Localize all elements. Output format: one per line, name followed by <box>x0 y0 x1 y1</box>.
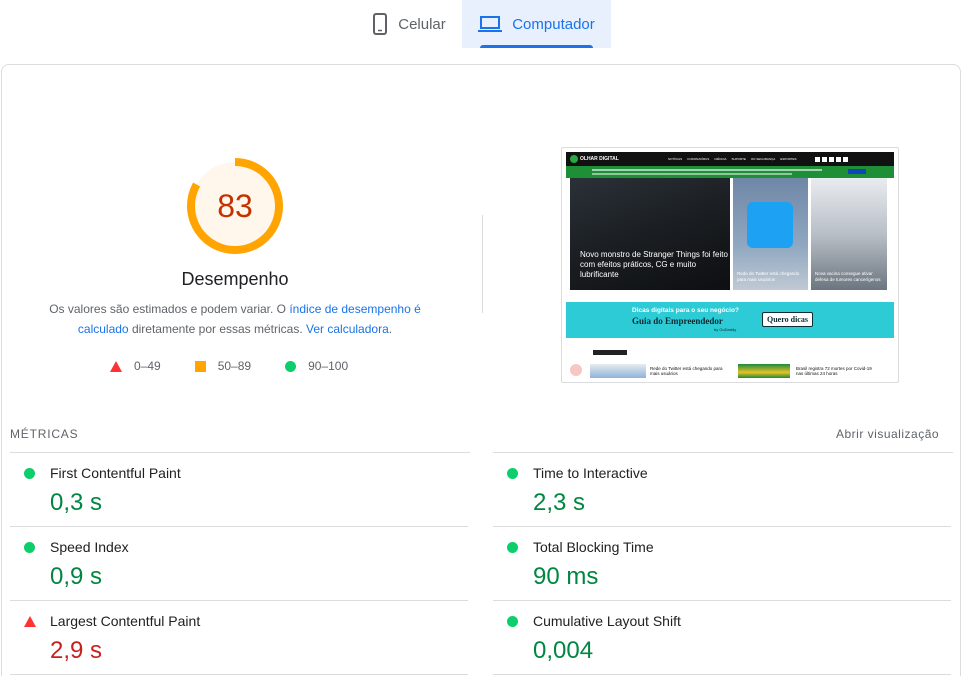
social-icon <box>835 156 841 162</box>
metric-label: Speed Index <box>50 539 129 555</box>
pass-circle-icon <box>507 468 518 479</box>
tab-mobile-label: Celular <box>398 15 446 33</box>
metric-tbt: Total Blocking Time 90 ms <box>493 527 951 601</box>
pass-circle-icon <box>24 468 35 479</box>
performance-description: Os valores são estimados e podem variar.… <box>42 299 428 339</box>
device-tabs: Celular Computador <box>0 0 966 48</box>
site-logo-text: OLHAR DIGITAL <box>580 155 619 162</box>
legend-range-fail: 0–49 <box>134 359 161 373</box>
calculator-link[interactable]: Ver calculadora <box>306 322 389 336</box>
tab-active-indicator <box>480 45 593 48</box>
social-icon <box>842 156 848 162</box>
hero-article: Novo monstro de Stranger Things foi feit… <box>570 178 730 290</box>
ad-brand: by GoDaddy <box>714 327 737 332</box>
banner-button <box>848 169 866 174</box>
site-menu-item: NOTÍCIAS <box>668 157 683 161</box>
laptop-icon <box>478 15 503 33</box>
site-menu-item: CIÊNCIA <box>714 157 727 161</box>
site-menu-item: SUPORTE <box>731 157 746 161</box>
legend-item-average: 50–89 <box>194 359 252 373</box>
pass-circle-icon <box>507 542 518 553</box>
circle-icon <box>285 360 297 372</box>
site-menu-item: ESPORTES <box>780 157 797 161</box>
performance-title: Desempenho <box>181 269 289 289</box>
news-headline: Brasil registra 72 mortes por Covid-19 n… <box>796 366 872 376</box>
pass-circle-icon <box>24 542 35 553</box>
legend-range-average: 50–89 <box>217 359 252 373</box>
site-nav-bar: OLHAR DIGITAL NOTÍCIAS CORONAVÍRUS CIÊNC… <box>566 152 894 166</box>
tab-desktop[interactable]: Computador <box>462 0 611 48</box>
triangle-icon <box>110 360 122 372</box>
square-icon <box>194 360 206 372</box>
social-icon <box>821 156 827 162</box>
social-icon <box>828 156 834 162</box>
metric-label: Largest Contentful Paint <box>50 613 201 629</box>
alert-icon <box>570 364 582 376</box>
legend-item-pass: 90–100 <box>285 359 348 373</box>
site-cookie-banner <box>566 166 894 178</box>
ad-banner: Dicas digitais para o seu negócio? Guia … <box>566 302 894 338</box>
social-icon <box>814 156 820 162</box>
ad-subtitle: Dicas digitais para o seu negócio? <box>632 307 739 314</box>
social-icons <box>814 156 848 162</box>
smartphone-icon <box>372 13 388 35</box>
pass-circle-icon <box>507 616 518 627</box>
metric-value: 2,9 s <box>50 637 103 664</box>
metric-value: 90 ms <box>533 563 599 590</box>
screenshot-content: OLHAR DIGITAL NOTÍCIAS CORONAVÍRUS CIÊNC… <box>566 152 894 378</box>
description-text-1: Os valores são estimados e podem variar.… <box>49 302 286 316</box>
site-menu-item: OD SEGURANÇA <box>750 157 776 161</box>
news-thumbnail <box>590 364 646 378</box>
metrics-heading: MÉTRICAS <box>10 427 79 441</box>
vertical-divider <box>482 215 483 313</box>
page-screenshot[interactable]: OLHAR DIGITAL NOTÍCIAS CORONAVÍRUS CIÊNC… <box>561 147 899 383</box>
legend-item-fail: 0–49 <box>110 359 161 373</box>
metric-lcp: Largest Contentful Paint 2,9 s <box>10 601 468 675</box>
ad-button: Quero dicas <box>762 312 813 327</box>
fail-triangle-icon <box>24 616 36 627</box>
score-legend: 0–49 50–89 90–100 <box>110 359 382 373</box>
news-strip: Rede do Twitter está chegando para mais … <box>566 348 894 378</box>
site-menu-item: CORONAVÍRUS <box>687 157 710 161</box>
metric-value: 2,3 s <box>533 489 586 516</box>
legend-range-pass: 90–100 <box>308 359 349 373</box>
metric-label: Total Blocking Time <box>533 539 654 555</box>
banner-text-line <box>592 169 822 171</box>
metric-cls: Cumulative Layout Shift 0,004 <box>493 601 951 675</box>
metric-speed-index: Speed Index 0,9 s <box>10 527 468 601</box>
news-headline: Rede do Twitter está chegando para mais … <box>650 366 723 376</box>
article-card-twitter: Rede do Twitter está chegando para mais … <box>733 178 808 290</box>
performance-score: 83 <box>217 187 253 224</box>
expand-view-button[interactable]: Abrir visualização <box>836 427 939 441</box>
banner-text-line <box>592 173 792 175</box>
description-end: . <box>388 322 393 336</box>
site-menu: NOTÍCIAS CORONAVÍRUS CIÊNCIA SUPORTE OD … <box>668 157 797 161</box>
metric-label: Cumulative Layout Shift <box>533 613 681 629</box>
ad-title: Guia do Empreendedor <box>632 316 723 326</box>
metric-tti: Time to Interactive 2,3 s <box>493 453 951 527</box>
article-card-vaccine: Nova vacina consegue ativar defesa de tu… <box>811 178 887 290</box>
metric-value: 0,9 s <box>50 563 103 590</box>
tab-mobile[interactable]: Celular <box>356 0 462 48</box>
site-logo: OLHAR DIGITAL <box>570 155 650 163</box>
metric-fcp: First Contentful Paint 0,3 s <box>10 453 468 527</box>
hero-headline: Novo monstro de Stranger Things foi feit… <box>580 250 728 279</box>
description-text-2: diretamente por essas métricas. <box>131 322 303 336</box>
article-card-headline: Nova vacina consegue ativar defesa de tu… <box>815 271 881 282</box>
metric-label: Time to Interactive <box>533 465 648 481</box>
article-card-headline: Rede do Twitter está chegando para mais … <box>737 271 800 282</box>
news-tag <box>593 350 627 355</box>
metric-value: 0,004 <box>533 637 594 664</box>
news-thumbnail <box>738 364 790 378</box>
metric-value: 0,3 s <box>50 489 103 516</box>
performance-gauge: 83 <box>185 156 285 256</box>
twitter-logo-icon <box>747 202 793 248</box>
metric-label: First Contentful Paint <box>50 465 181 481</box>
tab-desktop-label: Computador <box>512 15 595 33</box>
logo-mark-icon <box>570 155 578 163</box>
